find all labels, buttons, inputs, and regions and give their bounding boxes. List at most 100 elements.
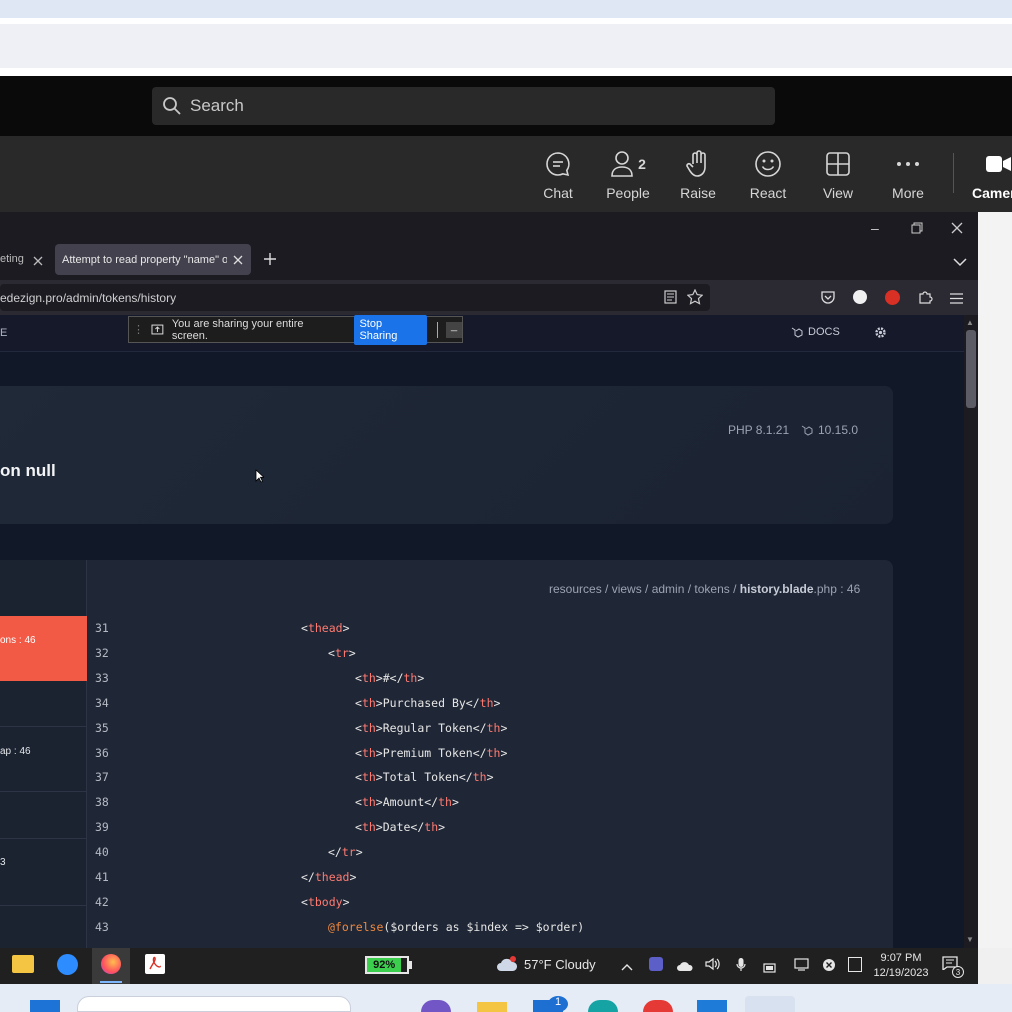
tab-previous-label: eting	[0, 253, 24, 265]
teams-tray-icon[interactable]	[649, 957, 663, 971]
battery-indicator: 92%	[365, 956, 409, 974]
line-number: 36	[95, 745, 109, 760]
zoom-app-icon[interactable]	[57, 954, 78, 975]
file-path-prefix: resources / views / admin / tokens /	[549, 582, 740, 596]
clock-date: 12/19/2023	[873, 967, 929, 979]
raise-label: Raise	[680, 185, 716, 201]
power-icon[interactable]	[763, 960, 777, 978]
raise-hand-button[interactable]: Raise	[668, 148, 728, 201]
more-button[interactable]: More	[878, 148, 938, 201]
stack-frame-3[interactable]: 3	[0, 857, 6, 868]
tab-active[interactable]: Attempt to read property "name" o	[55, 244, 251, 275]
stack-frame-active[interactable]: ons : 46	[0, 616, 87, 681]
minimize-share-bar-button[interactable]: _	[446, 320, 462, 338]
minimize-window-icon[interactable]: –	[871, 220, 879, 236]
bookmark-star-icon[interactable]	[686, 288, 704, 310]
stack-frame-active-label: ons : 46	[0, 635, 36, 646]
tab-list-chevron-icon[interactable]	[953, 254, 967, 272]
scroll-up-icon[interactable]: ▲	[966, 318, 974, 327]
toolbar-separator	[953, 153, 954, 193]
onedrive-icon[interactable]	[677, 959, 693, 977]
host-outlook-badge: 1	[548, 996, 568, 1012]
search-icon	[163, 97, 181, 115]
close-tab-icon[interactable]	[33, 253, 43, 271]
react-button[interactable]: React	[738, 148, 798, 201]
weather-widget[interactable]: 57°F Cloudy	[496, 956, 596, 972]
docs-link[interactable]: DOCS	[791, 326, 840, 338]
weather-text: 57°F Cloudy	[524, 956, 596, 972]
adblock-icon[interactable]	[885, 290, 900, 305]
new-tab-icon[interactable]	[263, 252, 277, 271]
display-icon[interactable]	[794, 958, 809, 976]
close-window-icon[interactable]	[951, 221, 963, 239]
error-summary-card	[0, 386, 893, 524]
view-button[interactable]: View	[808, 148, 868, 201]
code-line: 35 <th>Regular Token</th>	[88, 721, 878, 746]
laravel-version-badge: 10.15.0	[801, 423, 858, 437]
host-search-box[interactable]	[77, 996, 351, 1012]
settings-gear-icon[interactable]	[874, 326, 887, 344]
firefox-taskbar-button[interactable]	[92, 948, 130, 984]
scroll-down-icon[interactable]: ▼	[966, 935, 974, 944]
camera-button[interactable]: Camer	[972, 148, 1012, 201]
host-active-app[interactable]	[745, 996, 795, 1012]
input-language-icon[interactable]	[848, 957, 862, 972]
line-code: <th>Amount</th>	[355, 795, 459, 810]
host-vscode-icon[interactable]	[697, 1000, 727, 1012]
people-button[interactable]: 2 People	[598, 148, 658, 201]
restore-window-icon[interactable]	[911, 221, 923, 239]
reader-view-icon[interactable]	[664, 290, 677, 309]
camera-icon	[972, 148, 1012, 180]
code-line: 32 <tr>	[88, 646, 878, 671]
line-number: 32	[95, 645, 109, 660]
pocket-icon[interactable]	[821, 290, 835, 309]
host-edge-icon[interactable]	[588, 1000, 618, 1012]
host-explorer-icon[interactable]	[477, 1002, 507, 1012]
close-tab-icon[interactable]	[233, 255, 243, 265]
docs-label: DOCS	[808, 326, 840, 338]
frame-divider	[0, 905, 87, 906]
battery-fill: 92%	[367, 958, 402, 972]
clock[interactable]: 9:07 PM 12/19/2023	[872, 951, 930, 981]
scrollbar-thumb[interactable]	[966, 330, 976, 408]
url-text: edezign.pro/admin/tokens/history	[0, 290, 177, 305]
file-explorer-icon[interactable]	[12, 955, 34, 973]
line-number: 34	[95, 695, 109, 710]
stop-sharing-button[interactable]: Stop Sharing	[354, 314, 428, 345]
stack-frame-2[interactable]: ap : 46	[0, 746, 31, 757]
active-indicator	[100, 981, 122, 983]
code-line: 37 <th>Total Token</th>	[88, 770, 878, 795]
code-line: 33 <th>#</th>	[88, 671, 878, 696]
speaker-icon[interactable]	[705, 957, 721, 976]
host-app-icon[interactable]	[421, 1000, 451, 1012]
code-line: 43 @forelse($orders as $index => $order)	[88, 920, 878, 945]
microphone-icon[interactable]	[736, 957, 746, 977]
react-label: React	[749, 185, 787, 201]
frame-divider	[0, 838, 87, 839]
drag-handle-icon[interactable]: ⋮	[133, 323, 144, 336]
start-icon[interactable]	[30, 1000, 60, 1012]
window-title-area	[0, 24, 1012, 68]
chat-button[interactable]: Chat	[528, 148, 588, 201]
smile-icon	[754, 148, 782, 180]
extensions-puzzle-icon[interactable]	[918, 289, 933, 309]
line-number: 42	[95, 894, 109, 909]
host-chrome-icon[interactable]	[643, 1000, 673, 1012]
nav-left-label[interactable]: E	[0, 327, 7, 339]
line-number: 38	[95, 795, 109, 810]
line-number: 37	[95, 770, 109, 785]
file-name: history.blade	[739, 582, 814, 596]
close-circle-icon[interactable]	[822, 958, 836, 977]
pdf-app-icon[interactable]	[145, 954, 165, 974]
search-input[interactable]: Search	[152, 87, 775, 125]
page-scrollbar[interactable]	[964, 315, 978, 948]
extension-j-icon[interactable]	[853, 290, 867, 304]
battery-tip	[409, 961, 412, 969]
tab-active-label: Attempt to read property "name" o	[62, 253, 227, 266]
line-code: <th>Date</th>	[355, 820, 446, 835]
code-line: 39 <th>Date</th>	[88, 820, 878, 845]
search-placeholder: Search	[190, 96, 244, 115]
menu-hamburger-icon[interactable]	[950, 291, 963, 309]
url-field[interactable]: edezign.pro/admin/tokens/history	[0, 284, 710, 311]
tray-chevron-icon[interactable]	[621, 958, 633, 976]
